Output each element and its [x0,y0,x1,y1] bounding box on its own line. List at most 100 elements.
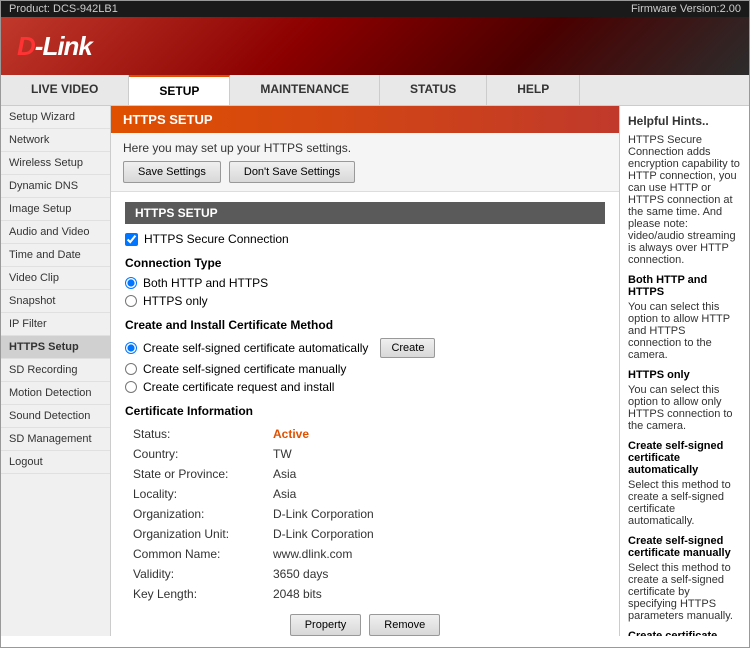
https-secure-label: HTTPS Secure Connection [144,232,289,246]
help-subtitle-2: HTTPS only [628,369,741,381]
form-section-header: HTTPS SETUP [125,202,605,224]
help-text-1: You can select this option to allow HTTP… [628,301,741,361]
sidebar-item-https-setup[interactable]: HTTPS Setup [1,336,110,359]
dont-save-settings-button[interactable]: Don't Save Settings [229,161,355,183]
radio-auto-label: Create self-signed certificate automatic… [143,341,368,355]
product-label: Product: DCS-942LB1 [9,3,118,15]
help-text-2: You can select this option to allow only… [628,384,741,432]
field-label-country: Country: [125,444,265,464]
tab-status[interactable]: STATUS [380,75,487,105]
help-panel: Helpful Hints.. HTTPS Secure Connection … [619,106,749,636]
radio-row-request: Create certificate request and install [125,380,605,394]
cert-info: Certificate Information Status: Active C… [125,404,605,636]
section-title-bar: HTTPS SETUP [111,106,619,133]
cert-method-group: Create and Install Certificate Method Cr… [125,318,605,394]
sidebar-item-sound-detection[interactable]: Sound Detection [1,405,110,428]
table-row: Locality: Asia [125,484,605,504]
radio-row-http-https: Both HTTP and HTTPS [125,276,605,290]
https-secure-checkbox[interactable] [125,233,138,246]
sidebar-item-sd-management[interactable]: SD Management [1,428,110,451]
sidebar-item-ip-filter[interactable]: IP Filter [1,313,110,336]
https-checkbox-row: HTTPS Secure Connection [125,232,605,246]
sidebar-item-wireless-setup[interactable]: Wireless Setup [1,152,110,175]
tab-setup[interactable]: SETUP [129,75,230,105]
top-bar: Product: DCS-942LB1 Firmware Version:2.0… [1,1,749,17]
tab-help[interactable]: HELP [487,75,580,105]
field-value-common-name: www.dlink.com [265,544,605,564]
sidebar-item-setup-wizard[interactable]: Setup Wizard [1,106,110,129]
radio-both-http-https[interactable] [125,277,137,289]
tab-live-video[interactable]: LIVE VIDEO [1,75,129,105]
radio-manual-cert[interactable] [125,363,137,375]
create-button[interactable]: Create [380,338,435,358]
cert-method-title: Create and Install Certificate Method [125,318,605,332]
connection-type-title: Connection Type [125,256,605,270]
table-row: Key Length: 2048 bits [125,584,605,604]
sidebar-item-time-date[interactable]: Time and Date [1,244,110,267]
property-button[interactable]: Property [290,614,362,636]
sidebar-item-video-clip[interactable]: Video Clip [1,267,110,290]
table-row: State or Province: Asia [125,464,605,484]
help-section-0: HTTPS Secure Connection adds encryption … [628,134,741,266]
radio-row-manual: Create self-signed certificate manually [125,362,605,376]
radio-request-label: Create certificate request and install [143,380,334,394]
field-value-key-length: 2048 bits [265,584,605,604]
help-subtitle-3: Create self-signed certificate automatic… [628,440,741,476]
help-section-5: Create certificate request and install [628,630,741,636]
help-section-4: Create self-signed certificate manually … [628,535,741,622]
cert-info-title: Certificate Information [125,404,605,418]
radio-https-only[interactable] [125,295,137,307]
tab-maintenance[interactable]: MAINTENANCE [230,75,380,105]
radio-row-auto: Create self-signed certificate automatic… [125,338,605,358]
field-value-org-unit: D-Link Corporation [265,524,605,544]
help-text-3: Select this method to create a self-sign… [628,479,741,527]
field-value-state: Asia [265,464,605,484]
remove-button[interactable]: Remove [369,614,440,636]
header: D-Link [1,17,749,75]
help-subtitle-4: Create self-signed certificate manually [628,535,741,559]
section-intro: Here you may set up your HTTPS settings.… [111,133,619,192]
help-title: Helpful Hints.. [628,114,741,128]
field-value-country: TW [265,444,605,464]
form-section: HTTPS SETUP HTTPS Secure Connection Conn… [111,192,619,636]
main-layout: Setup Wizard Network Wireless Setup Dyna… [1,106,749,636]
sidebar-item-network[interactable]: Network [1,129,110,152]
save-settings-button[interactable]: Save Settings [123,161,221,183]
intro-text: Here you may set up your HTTPS settings. [123,141,607,155]
content-area: HTTPS SETUP Here you may set up your HTT… [111,106,619,636]
sidebar-item-logout[interactable]: Logout [1,451,110,474]
field-value-org: D-Link Corporation [265,504,605,524]
sidebar-item-motion-detection[interactable]: Motion Detection [1,382,110,405]
sidebar-item-audio-video[interactable]: Audio and Video [1,221,110,244]
radio-https-only-label: HTTPS only [143,294,208,308]
field-value-validity: 3650 days [265,564,605,584]
cert-table: Status: Active Country: TW State or Prov… [125,424,605,604]
help-subtitle-1: Both HTTP and HTTPS [628,274,741,298]
form-title: HTTPS SETUP [135,206,218,220]
table-row: Country: TW [125,444,605,464]
field-label-common-name: Common Name: [125,544,265,564]
field-label-key-length: Key Length: [125,584,265,604]
radio-auto-cert[interactable] [125,342,137,354]
sidebar-item-snapshot[interactable]: Snapshot [1,290,110,313]
help-text-0: HTTPS Secure Connection adds encryption … [628,134,741,266]
field-label-status: Status: [125,424,265,444]
intro-btn-row: Save Settings Don't Save Settings [123,161,607,183]
help-section-2: HTTPS only You can select this option to… [628,369,741,432]
sidebar-item-image-setup[interactable]: Image Setup [1,198,110,221]
table-row: Common Name: www.dlink.com [125,544,605,564]
radio-manual-label: Create self-signed certificate manually [143,362,346,376]
help-subtitle-5: Create certificate request and install [628,630,741,636]
field-value-status: Active [265,424,605,444]
table-row: Organization: D-Link Corporation [125,504,605,524]
sidebar-item-sd-recording[interactable]: SD Recording [1,359,110,382]
sidebar-item-dynamic-dns[interactable]: Dynamic DNS [1,175,110,198]
radio-request-cert[interactable] [125,381,137,393]
radio-row-https-only: HTTPS only [125,294,605,308]
help-section-3: Create self-signed certificate automatic… [628,440,741,527]
bottom-btn-row: Property Remove [125,604,605,636]
field-label-locality: Locality: [125,484,265,504]
table-row: Validity: 3650 days [125,564,605,584]
radio-both-label: Both HTTP and HTTPS [143,276,268,290]
sidebar: Setup Wizard Network Wireless Setup Dyna… [1,106,111,636]
